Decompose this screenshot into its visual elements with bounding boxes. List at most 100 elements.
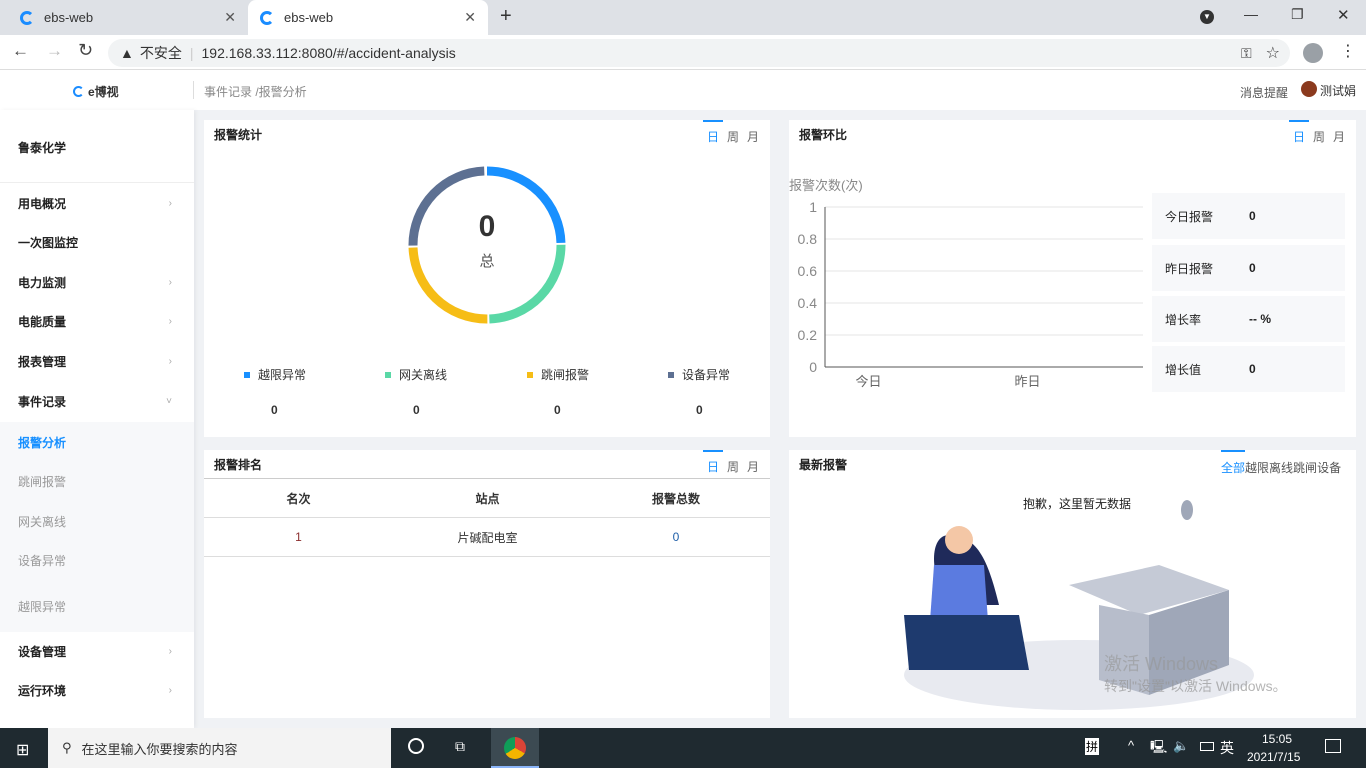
sidebar-item-power-monitor[interactable]: 电力监测› [0,263,194,302]
sidebar-item-reports[interactable]: 报表管理› [0,342,194,381]
period-month[interactable]: 月 [743,120,763,145]
alarm-stats-card: 报警统计 日周月 0 总 越限异常 网关离线 跳闸报警 设备异常 0 0 0 0 [204,120,770,437]
close-window-icon[interactable]: ✕ [1337,6,1350,24]
sidebar-item-device-mgmt[interactable]: 设备管理› [0,632,194,671]
network-icon[interactable]: 🖳 [1150,738,1167,760]
stat-growth-rate: 增长率-- % [1152,296,1345,342]
url-text: 192.168.33.112:8080/#/accident-analysis [202,45,456,61]
sidebar-sub-gateway-offline[interactable]: 网关离线 [0,501,194,541]
period-day[interactable]: 日 [703,120,723,145]
sidebar: 鲁泰化学 用电概况› 一次图监控 电力监测› 电能质量› 报表管理› 事件记录˅… [0,110,194,728]
close-tab-icon[interactable]: ✕ [224,9,236,26]
filter-all[interactable]: 全部 [1221,450,1245,476]
sidebar-item-diagram-monitor[interactable]: 一次图监控 [0,223,194,262]
table-row[interactable]: 1片碱配电室0 [204,518,770,557]
notification-center-icon[interactable] [1325,739,1341,753]
legend-value: 0 [696,403,703,417]
cortana-icon[interactable] [408,738,424,754]
new-tab-button[interactable]: + [500,5,512,28]
windows-start-icon[interactable]: ⊞ [16,740,29,760]
sidebar-sub-device-error[interactable]: 设备异常 [0,541,194,580]
app-favicon-icon [260,11,274,25]
legend-limit[interactable]: 越限异常 [244,366,306,383]
app-logo[interactable]: e博视 [73,83,119,100]
app-favicon-icon [20,11,34,25]
back-icon[interactable]: ← [12,41,29,61]
clock-time[interactable]: 15:05 [1262,732,1292,746]
filter-device[interactable]: 设备 [1317,450,1341,476]
chevron-right-icon: › [169,646,172,657]
address-bar-row: ← → ↻ ▲ 不安全 | 192.168.33.112:8080/#/acci… [0,35,1366,70]
y-tick-label: 0.2 [798,327,818,343]
y-tick-label: 0 [809,359,817,375]
notifications-link[interactable]: 消息提醒 [1240,84,1288,101]
sidebar-item-power-overview[interactable]: 用电概况› [0,184,194,223]
stat-yesterday: 昨日报警0 [1152,245,1345,291]
sidebar-sub-limit-error[interactable]: 越限异常 [0,580,194,632]
total-count: 0 [447,210,527,244]
legend-value: 0 [271,403,278,417]
warning-icon: ▲ [120,45,134,61]
filter-trip[interactable]: 跳闸 [1293,450,1317,476]
breadcrumb: 事件记录 /报警分析 [204,83,307,100]
ranking-table: 名次站点报警总数 1片碱配电室0 [204,478,770,557]
company-name: 鲁泰化学 [0,127,194,167]
filter-offline[interactable]: 离线 [1269,450,1293,476]
chevron-right-icon: › [169,277,172,288]
period-month[interactable]: 月 [1329,120,1349,145]
url-input[interactable]: ▲ 不安全 | 192.168.33.112:8080/#/accident-a… [108,39,1290,67]
bookmark-star-icon[interactable]: ☆ [1266,43,1280,63]
sidebar-sub-alarm-analysis[interactable]: 报警分析 [0,422,194,462]
period-week[interactable]: 周 [1309,120,1329,145]
y-axis-label: 报警次数(次) [789,178,863,193]
menu-icon[interactable]: ⋮ [1340,41,1356,61]
alarm-compare-chart: 报警次数(次)00.20.40.60.81今日昨日 [789,170,1149,400]
alarm-donut-chart [407,165,567,325]
total-label: 总 [447,250,527,271]
taskbar-search-input[interactable]: ⚲在这里输入你要搜索的内容 [48,728,391,768]
activation-watermark-hint: 转到"设置"以激活 Windows。 [1104,676,1287,696]
profile-icon[interactable] [1303,43,1323,63]
close-tab-icon[interactable]: ✕ [464,9,476,26]
forward-icon[interactable]: → [46,41,63,61]
card-title: 最新报警 [799,456,847,473]
legend-gateway[interactable]: 网关离线 [385,366,447,383]
period-week[interactable]: 周 [723,450,743,475]
reload-icon[interactable]: ↻ [78,40,93,61]
period-day[interactable]: 日 [1289,120,1309,145]
legend-device[interactable]: 设备异常 [668,366,730,383]
user-avatar[interactable] [1301,81,1317,97]
tab-search-icon[interactable]: ▼ [1200,10,1214,24]
ime-icon[interactable]: 拼 [1085,738,1099,755]
browser-tab[interactable]: ebs-web✕ [8,0,248,35]
user-name[interactable]: 测试娟 [1320,82,1356,99]
x-tick-label: 昨日 [1014,374,1040,389]
language-indicator[interactable]: 英 [1220,738,1234,758]
alarm-filter-tabs: 全部 越限 离线 跳闸 设备 [1221,450,1341,476]
clock-date[interactable]: 2021/7/15 [1247,750,1300,764]
period-week[interactable]: 周 [723,120,743,145]
sidebar-item-runtime-env[interactable]: 运行环境› [0,671,194,710]
search-icon: ⚲ [62,740,72,756]
card-title: 报警环比 [799,126,847,143]
period-month[interactable]: 月 [743,450,763,475]
sidebar-item-power-quality[interactable]: 电能质量› [0,302,194,341]
task-view-icon[interactable]: ⧉ [455,738,465,755]
chevron-right-icon: › [169,685,172,696]
minimize-icon[interactable]: — [1244,6,1258,22]
battery-icon[interactable] [1200,742,1214,751]
chevron-right-icon: › [169,316,172,327]
show-hidden-icons[interactable]: ^ [1128,738,1134,753]
period-day[interactable]: 日 [703,450,723,475]
filter-limit[interactable]: 越限 [1245,450,1269,476]
key-icon[interactable]: ⚿ [1241,45,1252,62]
sidebar-sub-trip-alarm[interactable]: 跳闸报警 [0,462,194,501]
activation-watermark: 激活 Windows [1104,650,1218,676]
alarm-compare-card: 报警环比 日周月 报警次数(次)00.20.40.60.81今日昨日 今日报警0… [789,120,1356,437]
browser-tab-active[interactable]: ebs-web✕ [248,0,488,35]
sidebar-item-event-log[interactable]: 事件记录˅ [0,382,194,421]
legend-trip[interactable]: 跳闸报警 [527,366,589,383]
chrome-taskbar-button[interactable] [491,728,539,768]
restore-icon[interactable]: ❐ [1291,6,1304,23]
volume-icon[interactable]: 🔈 [1173,738,1189,754]
